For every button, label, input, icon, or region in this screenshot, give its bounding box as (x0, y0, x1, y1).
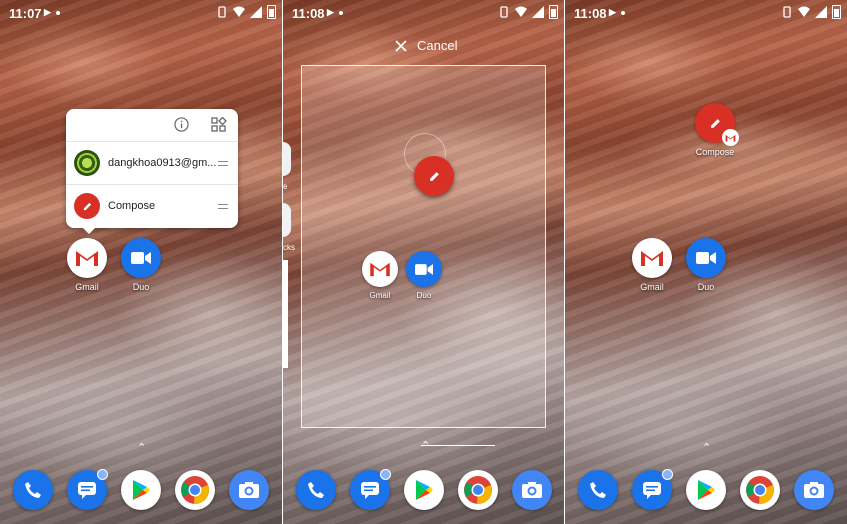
status-time: 11:07 (9, 6, 42, 21)
duo-app[interactable]: Duo (401, 251, 447, 300)
shortcut-account-row[interactable]: dangkhoa0913@gm... (66, 142, 238, 184)
status-bar: 11:07 ▶ (0, 0, 282, 26)
gmail-icon (370, 262, 390, 277)
duo-icon (415, 263, 433, 275)
wifi-icon (515, 6, 527, 17)
compose-shortcut-icon (695, 103, 739, 146)
notification-dot-icon (339, 11, 343, 15)
camera-app-icon[interactable] (512, 470, 552, 510)
pencil-icon (429, 171, 439, 181)
status-bar: 11:08 ▶ (283, 0, 564, 26)
dragged-compose-shortcut[interactable] (414, 156, 454, 196)
chrome-app-icon[interactable] (458, 470, 498, 510)
cancel-label: Cancel (417, 38, 458, 53)
status-time: 11:08 (574, 6, 607, 21)
duo-label: Duo (416, 291, 432, 300)
gmail-icon (76, 251, 98, 266)
duo-app[interactable]: Duo (683, 238, 729, 292)
gmail-icon (641, 251, 663, 266)
shortcut-compose-row[interactable]: Compose (66, 185, 238, 227)
play-store-app-icon[interactable] (686, 470, 726, 510)
messages-app-icon[interactable] (632, 469, 673, 510)
duo-label: Duo (132, 282, 150, 292)
vibrate-icon (218, 6, 226, 18)
duo-icon (131, 252, 151, 264)
status-bar: 11:08 ▶ (565, 0, 847, 26)
gmail-label: Gmail (640, 282, 664, 292)
signal-icon (815, 6, 827, 18)
notification-dot-icon (621, 11, 625, 15)
gmail-label: Gmail (75, 282, 99, 292)
battery-icon (267, 5, 276, 19)
signal-icon (250, 6, 262, 18)
screen-1: 11:07 ▶ dangkhoa0913@gm... Compose Gmail… (0, 0, 282, 524)
signal-icon (532, 6, 544, 18)
play-store-app-icon[interactable] (404, 470, 444, 510)
drag-handle-icon[interactable] (218, 160, 228, 166)
app-drawer-chevron-icon[interactable]: ⌃ (702, 441, 711, 454)
play-icon: ▶ (44, 7, 51, 17)
wifi-icon (798, 6, 810, 17)
compose-shortcut-label: Compose (695, 147, 735, 157)
vibrate-icon (783, 6, 791, 18)
pencil-icon (710, 118, 720, 128)
battery-icon (832, 5, 841, 19)
messages-app-icon[interactable] (350, 469, 391, 510)
app-drawer-chevron-icon[interactable]: ⌃ (137, 441, 146, 454)
duo-label: Duo (697, 282, 715, 292)
close-icon (395, 39, 407, 52)
duo-icon (696, 252, 716, 264)
dock (283, 469, 564, 514)
gmail-label: Gmail (369, 291, 391, 300)
messages-app-icon[interactable] (67, 469, 108, 510)
compose-shortcut-icon (74, 193, 100, 219)
gmail-app[interactable]: Gmail (357, 251, 403, 300)
play-store-app-icon[interactable] (121, 470, 161, 510)
status-time: 11:08 (292, 6, 325, 21)
phone-app-icon[interactable] (578, 470, 618, 510)
app-shortcut-popup: dangkhoa0913@gm... Compose (66, 109, 238, 234)
chrome-app-icon[interactable] (740, 470, 780, 510)
previous-page-peek: e cks (283, 70, 295, 368)
page-indicator (421, 445, 495, 446)
gmail-app[interactable]: Gmail (64, 238, 110, 292)
battery-icon (549, 5, 558, 19)
chrome-app-icon[interactable] (175, 470, 215, 510)
compose-label: Compose (108, 200, 156, 212)
duo-app[interactable]: Duo (118, 238, 164, 292)
workspace-drop-zone[interactable] (301, 65, 546, 428)
vibrate-icon (500, 6, 508, 18)
dock (0, 469, 282, 514)
notification-dot-icon (56, 11, 60, 15)
play-icon: ▶ (327, 7, 334, 17)
camera-app-icon[interactable] (229, 470, 269, 510)
phone-app-icon[interactable] (296, 470, 336, 510)
screen-2: 11:08 ▶ e cks Cancel Gmail Duo ⌃ (283, 0, 564, 524)
avatar (74, 150, 100, 176)
gmail-app[interactable]: Gmail (629, 238, 675, 292)
app-info-icon[interactable] (174, 117, 189, 132)
compose-home-shortcut[interactable]: Compose (685, 103, 745, 157)
dock (565, 469, 847, 514)
pencil-icon (83, 202, 91, 210)
drag-handle-icon[interactable] (218, 203, 228, 209)
wifi-icon (233, 6, 245, 17)
account-label: dangkhoa0913@gm... (108, 157, 217, 169)
camera-app-icon[interactable] (794, 470, 834, 510)
play-icon: ▶ (609, 7, 616, 17)
widgets-icon[interactable] (211, 117, 227, 133)
cancel-drop-target[interactable]: Cancel (395, 38, 457, 53)
screen-3: 11:08 ▶ Compose Gmail Duo ⌃ (565, 0, 847, 524)
phone-app-icon[interactable] (13, 470, 53, 510)
gmail-badge-icon (722, 129, 739, 146)
